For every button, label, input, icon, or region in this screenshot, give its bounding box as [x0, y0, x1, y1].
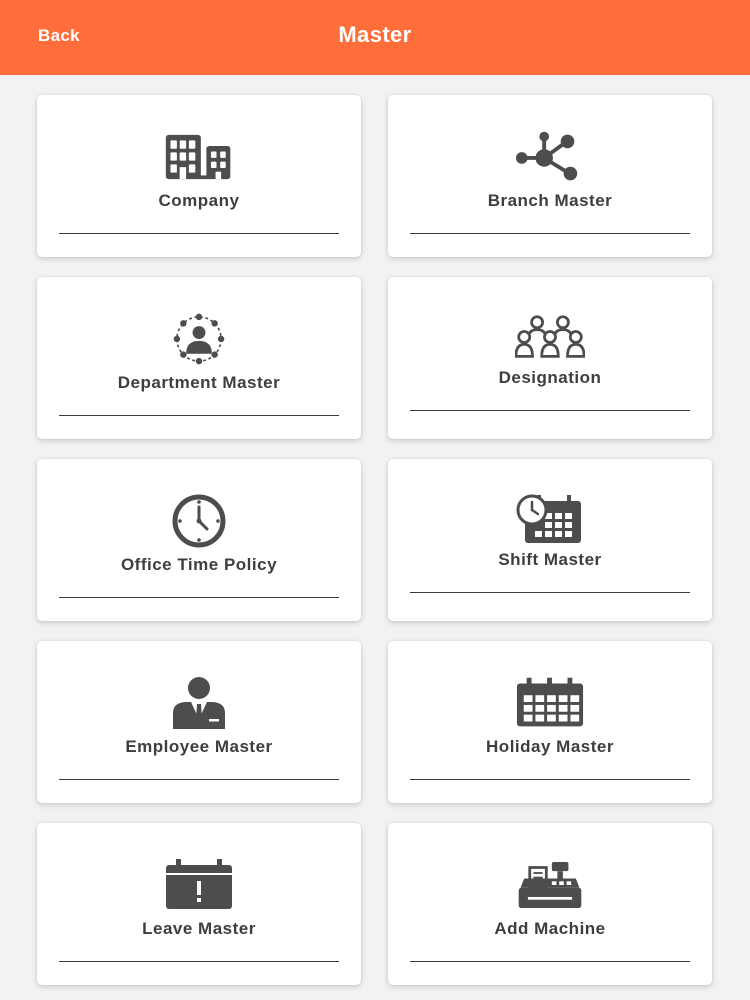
tile-label: Company [158, 191, 240, 210]
top-bar: Back Master [0, 0, 750, 75]
tile-employee-master[interactable]: Employee Master [37, 641, 361, 803]
calendar-alert-icon [164, 855, 234, 915]
divider [59, 779, 339, 780]
employee-suit-icon [164, 673, 234, 733]
divider [410, 410, 690, 411]
tile-label: Employee Master [125, 737, 273, 756]
divider [410, 233, 690, 234]
tile-label: Holiday Master [486, 737, 614, 756]
tile-add-machine[interactable]: Add Machine [388, 823, 712, 985]
network-nodes-icon [515, 127, 585, 187]
tile-branch-master[interactable]: Branch Master [388, 95, 712, 257]
divider [410, 779, 690, 780]
divider [59, 233, 339, 234]
divider [410, 961, 690, 962]
tile-leave-master[interactable]: Leave Master [37, 823, 361, 985]
tile-office-time-policy[interactable]: Office Time Policy [37, 459, 361, 621]
cash-register-icon [515, 855, 585, 915]
calendar-clock-icon [515, 489, 585, 549]
tile-label: Leave Master [142, 919, 256, 938]
divider [59, 415, 339, 416]
calendar-icon [515, 673, 585, 733]
tile-label: Add Machine [494, 919, 606, 938]
divider [59, 597, 339, 598]
tile-designation[interactable]: Designation [388, 277, 712, 439]
tile-label: Shift Master [498, 550, 602, 569]
tile-label: Branch Master [487, 191, 613, 210]
tile-holiday-master[interactable]: Holiday Master [388, 641, 712, 803]
buildings-icon [164, 127, 234, 187]
page-title: Master [338, 22, 412, 47]
department-people-icon [164, 309, 234, 369]
tile-shift-master[interactable]: Shift Master [388, 459, 712, 621]
divider [59, 961, 339, 962]
tile-label: Designation [498, 368, 602, 387]
tile-company[interactable]: Company [37, 95, 361, 257]
clock-icon [164, 491, 234, 551]
divider [410, 592, 690, 593]
tile-label: Department Master [117, 373, 281, 392]
tile-label: Office Time Policy [120, 555, 278, 574]
group-people-icon [515, 307, 585, 367]
tile-department-master[interactable]: Department Master [37, 277, 361, 439]
